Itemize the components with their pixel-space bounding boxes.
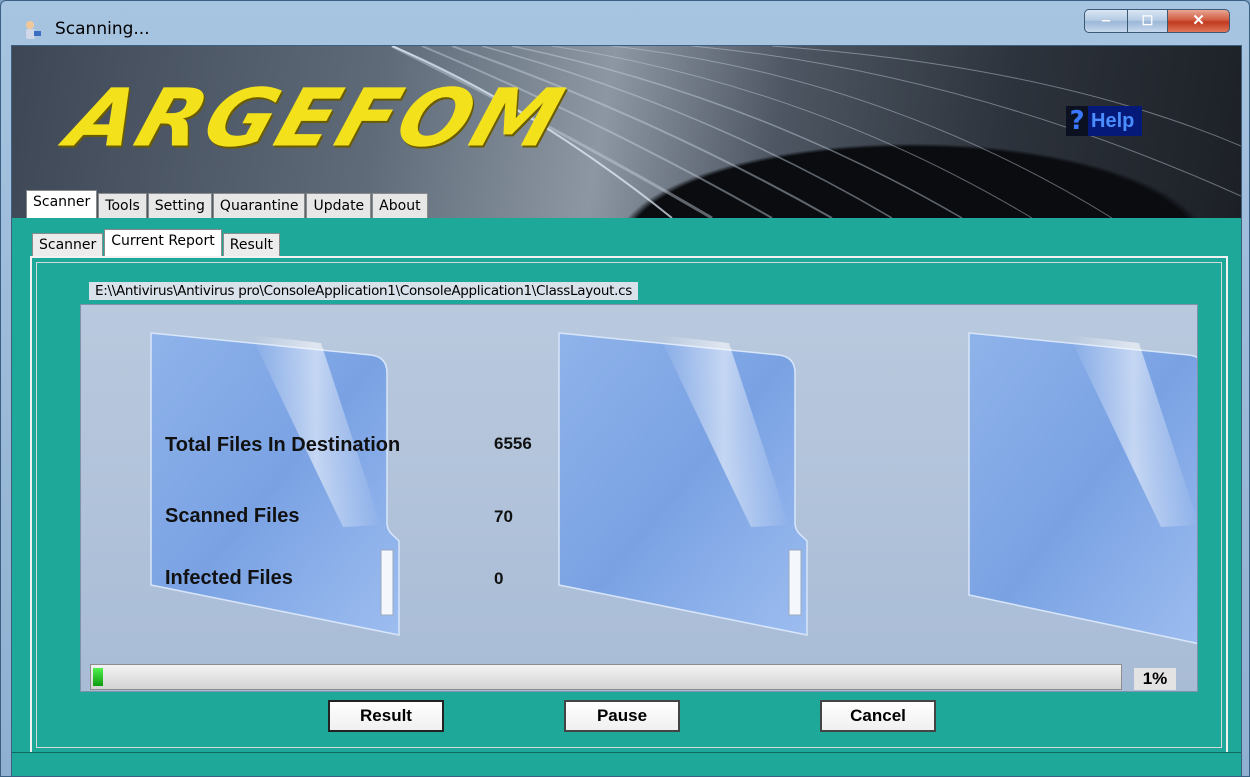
infected-files-label: Infected Files bbox=[165, 567, 293, 589]
header-banner: ARGEFOM ? Help Scanner Tools Setting Qua… bbox=[12, 46, 1241, 218]
main-tab-strip: Scanner Tools Setting Quarantine Update … bbox=[26, 190, 429, 218]
tab-tools[interactable]: Tools bbox=[98, 193, 147, 218]
maximize-icon: ☐ bbox=[1141, 13, 1154, 28]
folder-icon-2 bbox=[558, 332, 808, 636]
progress-percent: 1% bbox=[1134, 668, 1176, 690]
cancel-button[interactable]: Cancel bbox=[820, 700, 936, 732]
minimize-button[interactable]: ‒ bbox=[1084, 9, 1128, 33]
status-strip bbox=[12, 752, 1241, 776]
total-files-label: Total Files In Destination bbox=[165, 434, 401, 456]
result-button[interactable]: Result bbox=[328, 700, 444, 732]
help-label: Help bbox=[1088, 106, 1143, 136]
title-bar[interactable]: Scanning... ‒ ☐ ✕ bbox=[1, 1, 1249, 45]
app-window: Scanning... ‒ ☐ ✕ ARGEFOM ? Help Scanner… bbox=[0, 0, 1250, 777]
window-title: Scanning... bbox=[55, 19, 150, 39]
tab-quarantine[interactable]: Quarantine bbox=[212, 193, 306, 218]
progress-fill bbox=[93, 668, 103, 686]
total-files-value: 6556 bbox=[494, 434, 532, 453]
subtab-current-report[interactable]: Current Report bbox=[104, 229, 222, 256]
pause-button[interactable]: Pause bbox=[564, 700, 680, 732]
tab-update[interactable]: Update bbox=[306, 193, 372, 218]
subtab-scanner[interactable]: Scanner bbox=[32, 233, 104, 256]
sub-tab-strip: Scanner Current Report Result bbox=[32, 229, 281, 256]
scan-stats-panel bbox=[80, 304, 1198, 692]
folder-graphics bbox=[150, 332, 1197, 645]
tab-scanner[interactable]: Scanner bbox=[26, 190, 98, 218]
maximize-button[interactable]: ☐ bbox=[1128, 9, 1168, 33]
tab-about[interactable]: About bbox=[372, 193, 428, 218]
help-icon: ? bbox=[1066, 106, 1088, 136]
minimize-icon: ‒ bbox=[1101, 12, 1111, 29]
folder-icon-3 bbox=[968, 332, 1197, 645]
client-area: ARGEFOM ? Help Scanner Tools Setting Qua… bbox=[11, 45, 1242, 776]
infected-files-value: 0 bbox=[494, 569, 504, 588]
close-icon: ✕ bbox=[1192, 12, 1205, 29]
scanned-files-label: Scanned Files bbox=[165, 505, 300, 527]
subtab-result[interactable]: Result bbox=[222, 233, 280, 256]
scanner-app-icon bbox=[26, 21, 41, 39]
scan-progress-bar bbox=[90, 664, 1122, 690]
app-logo: ARGEFOM bbox=[56, 71, 577, 165]
help-button[interactable]: ? Help bbox=[1066, 106, 1143, 136]
current-file-path: E:\\Antivirus\Antivirus pro\ConsoleAppli… bbox=[89, 282, 638, 300]
tab-setting[interactable]: Setting bbox=[147, 193, 212, 218]
close-button[interactable]: ✕ bbox=[1168, 9, 1230, 33]
scanned-files-value: 70 bbox=[494, 507, 513, 526]
